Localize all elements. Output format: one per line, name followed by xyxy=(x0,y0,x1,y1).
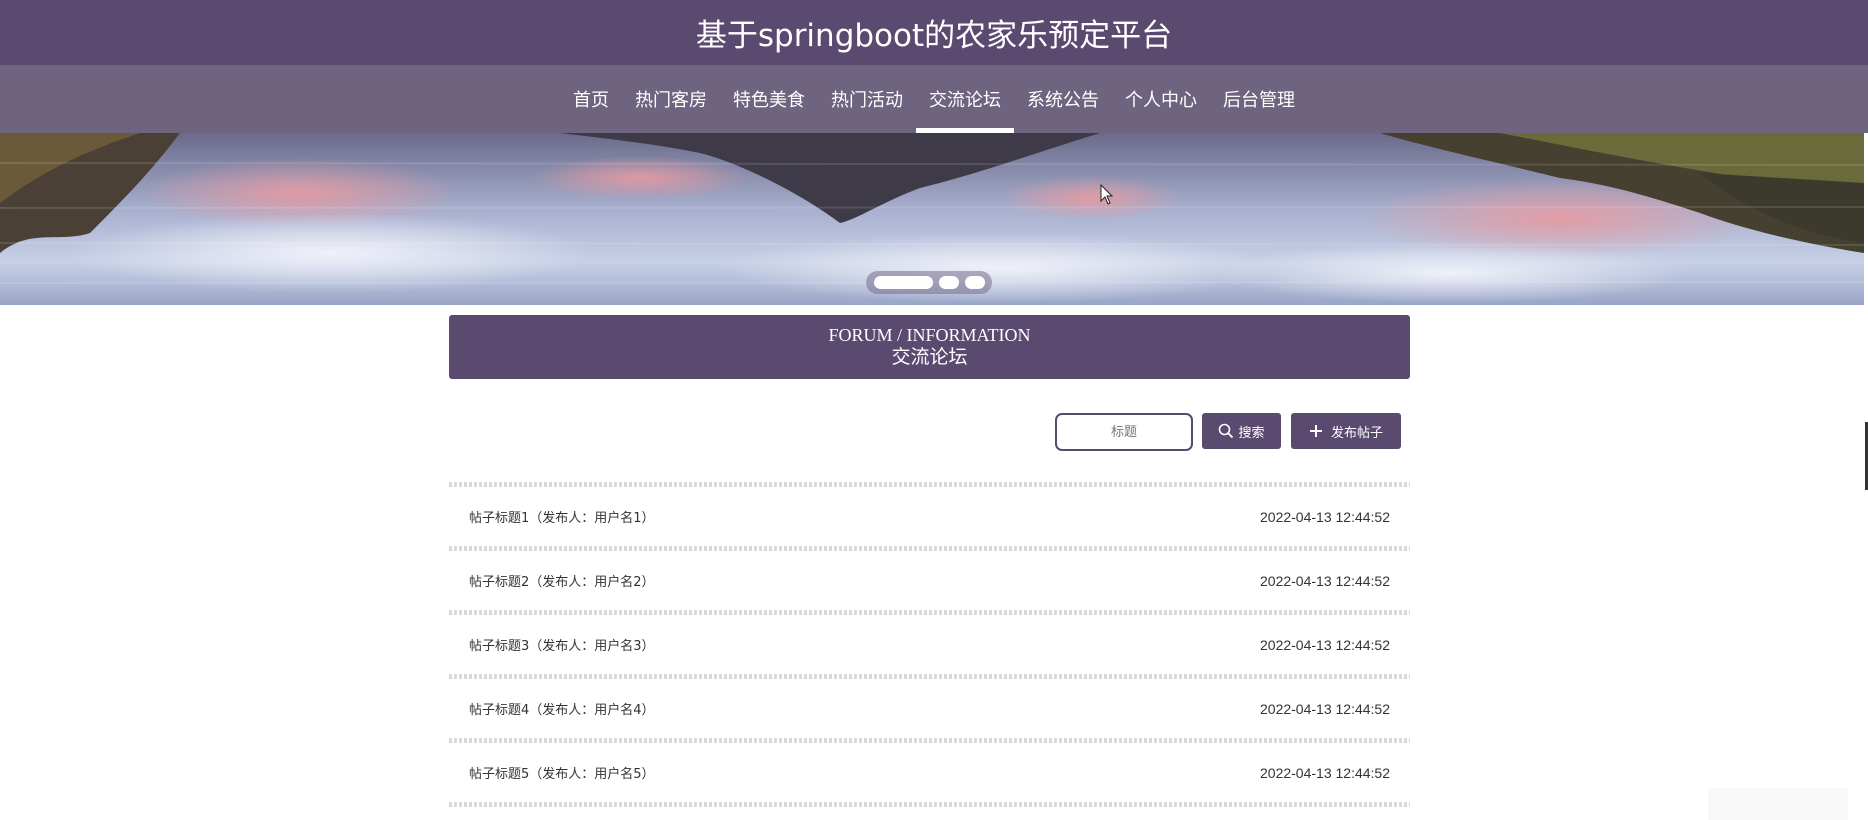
carousel-dot-3[interactable] xyxy=(965,276,985,289)
carousel-indicators xyxy=(866,271,992,294)
site-title: 基于springboot的农家乐预定平台 xyxy=(695,18,1173,54)
post-row[interactable]: 帖子标题3（发布人：用户名3） 2022-04-13 12:44:52 xyxy=(449,615,1410,674)
post-date: 2022-04-13 12:44:52 xyxy=(1260,508,1390,525)
title-search-input[interactable] xyxy=(1055,413,1193,451)
create-post-button[interactable]: 发布帖子 xyxy=(1291,413,1401,449)
nav-item-forum[interactable]: 交流论坛 xyxy=(916,65,1014,133)
post-date: 2022-04-13 12:44:52 xyxy=(1260,636,1390,653)
search-button-label: 搜索 xyxy=(1238,425,1265,441)
section-title-en: FORUM / INFORMATION xyxy=(828,325,1031,345)
carousel-dot-2[interactable] xyxy=(939,276,959,289)
corner-overlay xyxy=(1708,788,1848,820)
nav-item-activities[interactable]: 热门活动 xyxy=(818,65,916,133)
divider xyxy=(449,802,1410,807)
search-icon xyxy=(1219,423,1234,439)
mouse-cursor-icon xyxy=(1100,184,1114,205)
post-date: 2022-04-13 12:44:52 xyxy=(1260,764,1390,781)
site-header: 基于springboot的农家乐预定平台 xyxy=(0,0,1868,65)
post-title[interactable]: 帖子标题5（发布人：用户名5） xyxy=(469,763,655,782)
post-title[interactable]: 帖子标题4（发布人：用户名4） xyxy=(469,699,655,718)
post-row[interactable]: 帖子标题5（发布人：用户名5） 2022-04-13 12:44:52 xyxy=(449,743,1410,802)
create-post-label: 发布帖子 xyxy=(1330,425,1383,441)
search-button[interactable]: 搜索 xyxy=(1202,413,1281,449)
post-row[interactable]: 帖子标题1（发布人：用户名1） 2022-04-13 12:44:52 xyxy=(449,487,1410,546)
nav-item-admin[interactable]: 后台管理 xyxy=(1210,65,1308,133)
nav-item-announcements[interactable]: 系统公告 xyxy=(1014,65,1112,133)
post-date: 2022-04-13 12:44:52 xyxy=(1260,572,1390,589)
post-title[interactable]: 帖子标题1（发布人：用户名1） xyxy=(469,507,655,526)
post-list: 帖子标题1（发布人：用户名1） 2022-04-13 12:44:52 帖子标题… xyxy=(449,482,1410,807)
post-row[interactable]: 帖子标题4（发布人：用户名4） 2022-04-13 12:44:52 xyxy=(449,679,1410,738)
plus-icon xyxy=(1309,425,1322,437)
nav-item-profile[interactable]: 个人中心 xyxy=(1112,65,1210,133)
section-title-cn: 交流论坛 xyxy=(891,346,968,368)
nav-item-food[interactable]: 特色美食 xyxy=(720,65,818,133)
nav-item-home[interactable]: 首页 xyxy=(560,65,622,133)
post-title[interactable]: 帖子标题2（发布人：用户名2） xyxy=(469,571,655,590)
nav-item-rooms[interactable]: 热门客房 xyxy=(622,65,720,133)
main-nav: 首页 热门客房 特色美食 热门活动 交流论坛 系统公告 个人中心 后台管理 xyxy=(0,65,1868,133)
post-date: 2022-04-13 12:44:52 xyxy=(1260,700,1390,717)
section-header: FORUM / INFORMATION 交流论坛 xyxy=(449,315,1410,379)
post-title[interactable]: 帖子标题3（发布人：用户名3） xyxy=(469,635,655,654)
carousel-dot-1[interactable] xyxy=(874,276,933,289)
post-row[interactable]: 帖子标题2（发布人：用户名2） 2022-04-13 12:44:52 xyxy=(449,551,1410,610)
